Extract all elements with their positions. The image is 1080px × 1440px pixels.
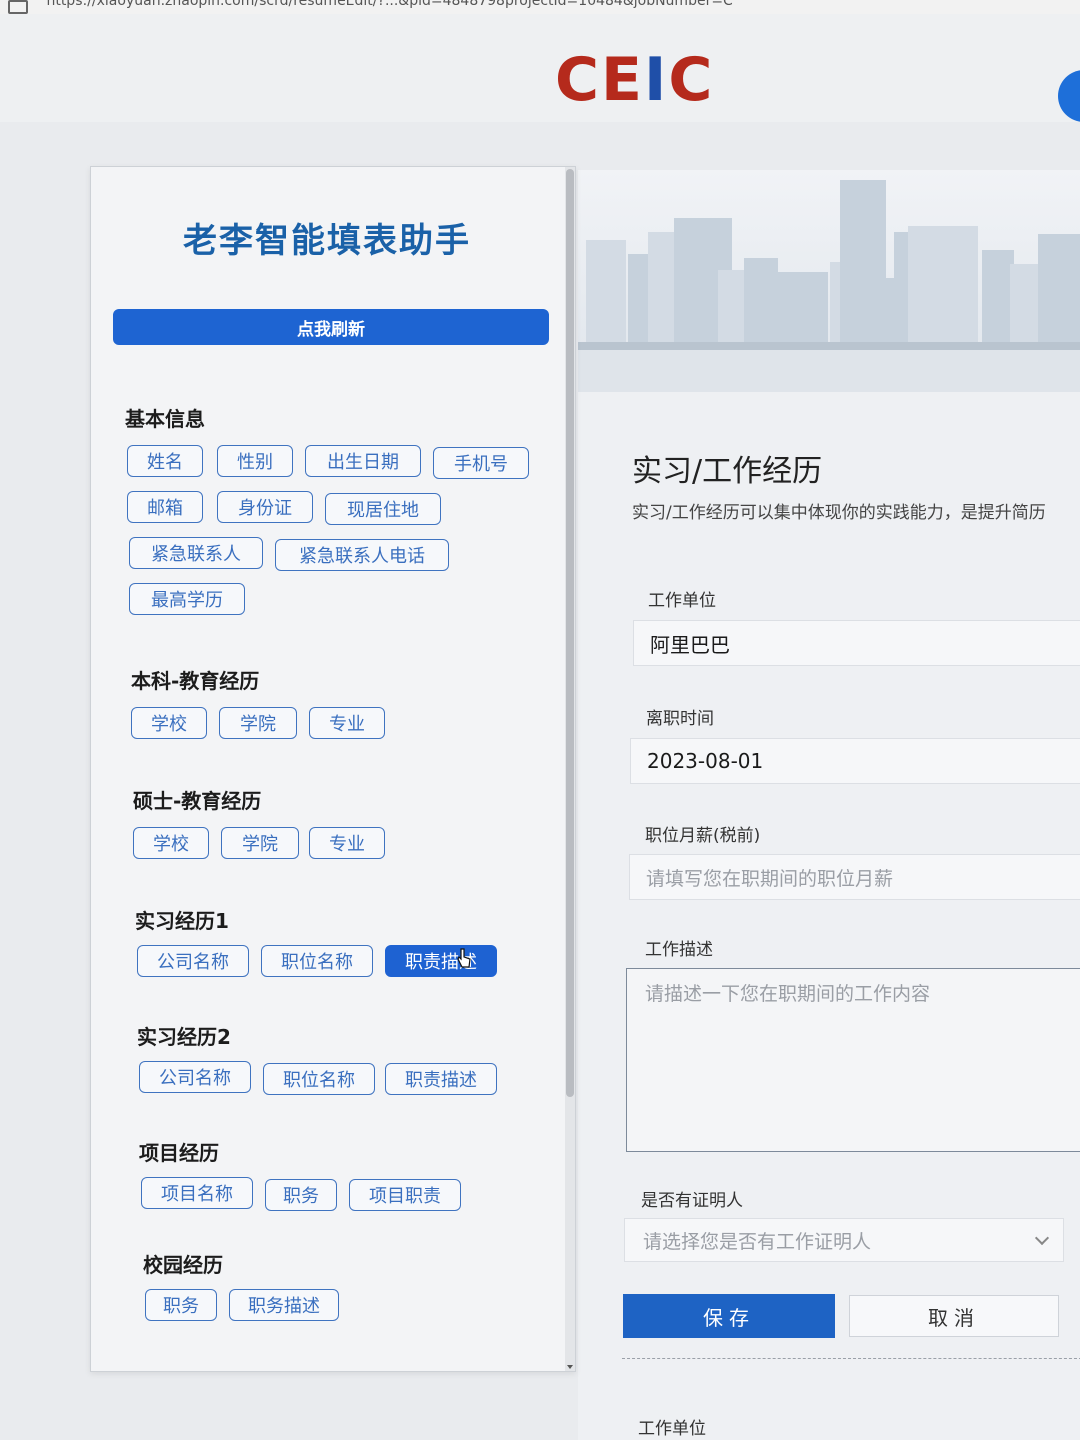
scroll-down-arrow-icon[interactable] [567,1365,573,1369]
chevron-down-icon [1034,1230,1050,1246]
scrollbar-thumb[interactable] [566,169,574,1097]
hand-cursor-icon [457,948,471,968]
cancel-button[interactable]: 取消 [849,1295,1059,1337]
work-desc-textarea[interactable]: 请描述一下您在职期间的工作内容 [626,968,1080,1152]
chip-bachelor-major[interactable]: 专业 [309,707,385,739]
logo-text-main: CE [555,45,645,115]
chip-gender[interactable]: 性别 [217,445,293,477]
chip-campus-role[interactable]: 职务 [145,1289,217,1321]
logo-text-end: C [668,45,715,115]
skyline-banner [578,170,1080,350]
lock-icon [8,0,28,14]
chip-intern2-position[interactable]: 职位名称 [263,1063,375,1095]
panel-scrollbar[interactable] [565,167,575,1371]
chip-name[interactable]: 姓名 [127,445,203,477]
refresh-button[interactable]: 点我刷新 [113,309,549,345]
avatar[interactable] [1058,70,1080,122]
witness-select[interactable]: 请选择您是否有工作证明人 [624,1218,1064,1262]
chip-phone[interactable]: 手机号 [433,447,529,479]
next-company-label: 工作单位 [638,1419,706,1439]
salary-label: 职位月薪(税前) [645,826,761,846]
form-area [578,392,1080,1440]
leave-date-input[interactable]: 2023-08-01 [630,738,1080,784]
helper-title: 老李智能填表助手 [183,221,471,261]
chip-emergency-contact[interactable]: 紧急联系人 [129,537,263,569]
chip-intern1-company[interactable]: 公司名称 [137,945,249,977]
chip-intern1-position[interactable]: 职位名称 [261,945,373,977]
save-button[interactable]: 保存 [623,1294,835,1338]
company-label: 工作单位 [648,591,716,611]
site-header: CEIC [0,14,1080,122]
group-title-internship-1: 实习经历1 [135,909,229,933]
chip-master-school[interactable]: 学校 [133,827,209,859]
chip-project-duty[interactable]: 项目职责 [349,1179,461,1211]
chip-intern1-duty[interactable]: 职责描述 [385,945,497,977]
chip-master-college[interactable]: 学院 [221,827,299,859]
chip-bachelor-college[interactable]: 学院 [219,707,297,739]
chip-project-role[interactable]: 职务 [265,1179,337,1211]
witness-label: 是否有证明人 [641,1191,743,1211]
cetc-logo[interactable]: CEIC [555,50,714,110]
group-title-bachelor: 本科-教育经历 [131,669,260,693]
section-title: 实习/工作经历 [632,454,823,489]
section-description: 实习/工作经历可以集中体现你的实践能力，是提升简历 [632,503,1046,523]
witness-select-placeholder: 请选择您是否有工作证明人 [643,1230,872,1253]
group-title-campus: 校园经历 [143,1253,223,1277]
chip-address[interactable]: 现居住地 [325,493,441,525]
chip-intern2-company[interactable]: 公司名称 [139,1061,251,1093]
chip-email[interactable]: 邮箱 [127,491,203,523]
chip-bachelor-school[interactable]: 学校 [131,707,207,739]
url-text: https://xiaoyuan.zhaopin.com/scrd/resume… [46,0,733,9]
work-desc-label: 工作描述 [645,940,713,960]
chip-id-card[interactable]: 身份证 [217,491,313,523]
chip-project-name[interactable]: 项目名称 [141,1177,253,1209]
company-input[interactable]: 阿里巴巴 [633,620,1080,666]
group-title-basic: 基本信息 [125,407,205,431]
leave-date-label: 离职时间 [646,709,714,729]
chip-campus-role-desc[interactable]: 职务描述 [229,1289,339,1321]
address-bar[interactable]: https://xiaoyuan.zhaopin.com/scrd/resume… [0,0,1080,15]
group-title-master: 硕士-教育经历 [133,789,262,813]
group-title-internship-2: 实习经历2 [137,1025,231,1049]
group-title-project: 项目经历 [139,1141,219,1165]
chip-master-major[interactable]: 专业 [309,827,385,859]
form-helper-panel: 老李智能填表助手 点我刷新 基本信息 姓名 性别 出生日期 手机号 邮箱 身份证… [90,166,576,1372]
salary-input[interactable]: 请填写您在职期间的职位月薪 [629,854,1080,900]
section-divider [622,1358,1080,1359]
chip-emergency-phone[interactable]: 紧急联系人电话 [275,539,449,571]
chip-intern2-duty[interactable]: 职责描述 [385,1063,497,1095]
banner-shadow-band [578,350,1080,392]
chip-highest-degree[interactable]: 最高学历 [129,583,245,615]
chip-birthdate[interactable]: 出生日期 [305,445,421,477]
logo-text-accent: I [644,45,669,115]
